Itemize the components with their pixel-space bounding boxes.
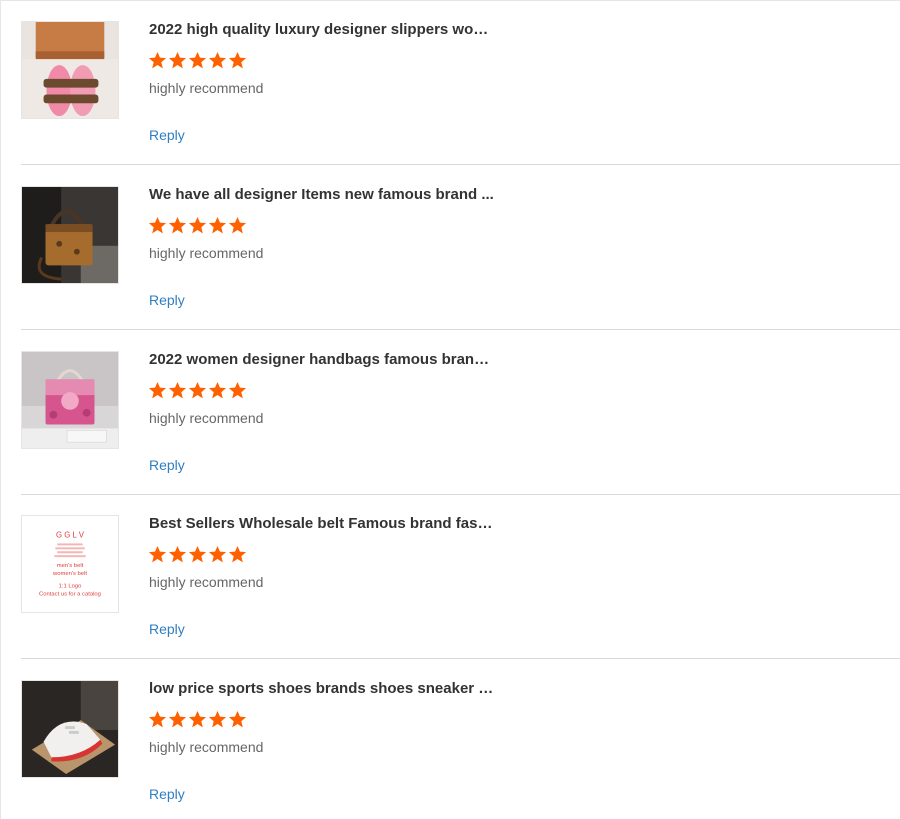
product-thumbnail[interactable] <box>21 21 119 119</box>
pink-slippers-photo <box>22 22 118 118</box>
star-icon <box>188 545 207 563</box>
pink-handbag-photo <box>22 352 118 448</box>
review-item: 2022 high quality luxury designer slippe… <box>21 1 900 165</box>
star-icon <box>208 51 227 69</box>
thumbnail-line-2: women's belt <box>52 571 87 577</box>
star-icon <box>208 545 227 563</box>
star-icon <box>148 545 167 563</box>
review-item: 2022 women designer handbags famous bran… <box>21 331 900 495</box>
star-icon <box>228 545 247 563</box>
star-icon <box>168 381 187 399</box>
product-thumbnail[interactable] <box>21 186 119 284</box>
review-item: G G L V men's belt women's belt 1:1 Logo… <box>21 495 900 659</box>
star-icon <box>168 710 187 728</box>
review-item: low price sports shoes brands shoes snea… <box>21 660 900 819</box>
star-icon <box>148 51 167 69</box>
review-comment: highly recommend <box>149 245 264 261</box>
review-item: We have all designer Items new famous br… <box>21 166 900 330</box>
star-rating <box>148 381 247 401</box>
star-icon <box>188 51 207 69</box>
star-icon <box>228 710 247 728</box>
belt-catalog-card: G G L V men's belt women's belt 1:1 Logo… <box>22 516 118 612</box>
star-icon <box>188 710 207 728</box>
divider <box>21 329 900 330</box>
star-icon <box>208 381 227 399</box>
star-icon <box>228 381 247 399</box>
reply-link[interactable]: Reply <box>149 127 185 143</box>
star-icon <box>168 545 187 563</box>
star-icon <box>208 216 227 234</box>
review-comment: highly recommend <box>149 410 264 426</box>
star-icon <box>148 381 167 399</box>
star-icon <box>168 51 187 69</box>
star-icon <box>148 216 167 234</box>
thumbnail-brand-line: G G L V <box>56 531 85 540</box>
star-rating <box>148 51 247 71</box>
review-list: 2022 high quality luxury designer slippe… <box>0 0 900 819</box>
reply-link[interactable]: Reply <box>149 621 185 637</box>
brown-tote-bag-photo <box>22 187 118 283</box>
product-title[interactable]: 2022 women designer handbags famous bran… <box>149 351 494 369</box>
star-rating <box>148 710 247 730</box>
product-thumbnail[interactable] <box>21 680 119 778</box>
white-sneaker-photo <box>22 681 118 777</box>
product-thumbnail[interactable]: G G L V men's belt women's belt 1:1 Logo… <box>21 515 119 613</box>
star-icon <box>208 710 227 728</box>
product-title[interactable]: 2022 high quality luxury designer slippe… <box>149 21 494 39</box>
thumbnail-line-1: men's belt <box>57 563 84 569</box>
product-title[interactable]: We have all designer Items new famous br… <box>149 186 494 204</box>
product-title[interactable]: low price sports shoes brands shoes snea… <box>149 680 494 698</box>
star-icon <box>228 51 247 69</box>
review-comment: highly recommend <box>149 574 264 590</box>
product-thumbnail[interactable] <box>21 351 119 449</box>
star-icon <box>228 216 247 234</box>
divider <box>21 658 900 659</box>
star-icon <box>188 381 207 399</box>
star-icon <box>168 216 187 234</box>
star-icon <box>188 216 207 234</box>
thumbnail-line-4: Contact us for a catalog <box>39 591 101 597</box>
reply-link[interactable]: Reply <box>149 292 185 308</box>
thumbnail-line-3: 1:1 Logo <box>59 584 83 590</box>
star-rating <box>148 216 247 236</box>
reply-link[interactable]: Reply <box>149 786 185 802</box>
divider <box>21 164 900 165</box>
reply-link[interactable]: Reply <box>149 457 185 473</box>
review-comment: highly recommend <box>149 739 264 755</box>
star-icon <box>148 710 167 728</box>
review-comment: highly recommend <box>149 80 264 96</box>
product-title[interactable]: Best Sellers Wholesale belt Famous brand… <box>149 515 494 533</box>
star-rating <box>148 545 247 565</box>
